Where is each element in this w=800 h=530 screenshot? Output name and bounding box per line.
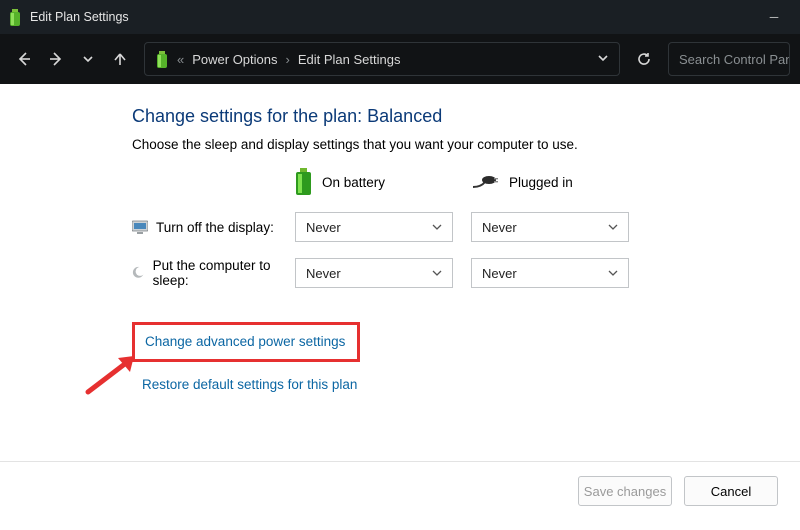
column-on-battery: On battery <box>295 168 455 196</box>
minimize-button[interactable]: ─ <box>756 10 792 24</box>
row-sleep: Put the computer to sleep: Never Never <box>132 258 800 288</box>
breadcrumb-parent[interactable]: Power Options <box>192 52 277 67</box>
column-plugged-label: Plugged in <box>509 175 573 190</box>
search-input[interactable]: Search Control Pane <box>668 42 790 76</box>
annotation-arrow-icon <box>84 350 144 401</box>
sleep-plugged-value: Never <box>482 266 517 281</box>
cancel-button-label: Cancel <box>711 484 751 499</box>
moon-icon <box>132 266 145 280</box>
plug-icon <box>471 175 499 189</box>
highlight-box: Change advanced power settings <box>132 322 360 362</box>
sleep-plugged-select[interactable]: Never <box>471 258 629 288</box>
row-turn-off-display: Turn off the display: Never Never <box>132 212 800 242</box>
window-titlebar: Edit Plan Settings ─ <box>0 0 800 34</box>
page-title: Change settings for the plan: Balanced <box>132 106 800 127</box>
sleep-battery-select[interactable]: Never <box>295 258 453 288</box>
refresh-button[interactable] <box>630 45 658 73</box>
row-sleep-label: Put the computer to sleep: <box>153 258 295 288</box>
battery-app-icon <box>8 9 22 25</box>
row-display-label: Turn off the display: <box>156 220 274 235</box>
restore-defaults-link[interactable]: Restore default settings for this plan <box>142 377 357 392</box>
chevron-right-icon: › <box>286 52 290 67</box>
display-icon <box>132 220 148 234</box>
address-dropdown-button[interactable] <box>597 52 609 67</box>
footer-buttons: Save changes Cancel <box>0 461 800 506</box>
window-title: Edit Plan Settings <box>30 10 756 24</box>
page-subtitle: Choose the sleep and display settings th… <box>132 137 800 152</box>
save-button-label: Save changes <box>584 484 666 499</box>
battery-app-icon <box>155 51 169 67</box>
chevron-down-icon <box>432 220 442 235</box>
forward-button[interactable] <box>42 45 70 73</box>
display-plugged-value: Never <box>482 220 517 235</box>
main-content: Change settings for the plan: Balanced C… <box>0 84 800 394</box>
chevron-down-icon <box>608 220 618 235</box>
search-placeholder: Search Control Pane <box>679 52 790 67</box>
display-battery-value: Never <box>306 220 341 235</box>
column-battery-label: On battery <box>322 175 385 190</box>
save-button[interactable]: Save changes <box>578 476 672 506</box>
battery-icon <box>295 168 312 196</box>
change-advanced-link[interactable]: Change advanced power settings <box>145 334 345 349</box>
recent-dropdown-button[interactable] <box>74 45 102 73</box>
chevron-down-icon <box>608 266 618 281</box>
up-button[interactable] <box>106 45 134 73</box>
address-bar[interactable]: « Power Options › Edit Plan Settings <box>144 42 620 76</box>
display-plugged-select[interactable]: Never <box>471 212 629 242</box>
column-headers: On battery Plugged in <box>132 168 800 196</box>
breadcrumb-current[interactable]: Edit Plan Settings <box>298 52 401 67</box>
cancel-button[interactable]: Cancel <box>684 476 778 506</box>
sleep-battery-value: Never <box>306 266 341 281</box>
navigation-bar: « Power Options › Edit Plan Settings Sea… <box>0 34 800 84</box>
back-button[interactable] <box>10 45 38 73</box>
breadcrumb-sep: « <box>177 52 184 67</box>
column-plugged-in: Plugged in <box>471 168 631 196</box>
chevron-down-icon <box>432 266 442 281</box>
display-battery-select[interactable]: Never <box>295 212 453 242</box>
